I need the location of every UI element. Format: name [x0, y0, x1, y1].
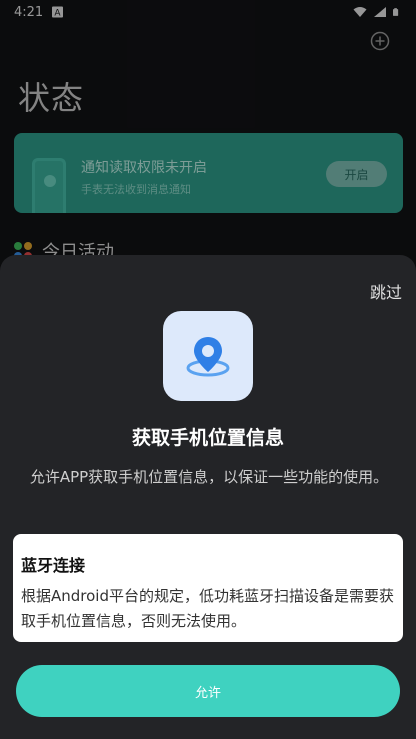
info-body: 根据Android平台的规定，低功耗蓝牙扫描设备是需要获取手机位置信息，否则无法…	[21, 587, 394, 630]
location-pin-icon	[186, 337, 230, 377]
location-icon-tile	[163, 311, 253, 401]
bluetooth-info-card: 蓝牙连接 根据Android平台的规定，低功耗蓝牙扫描设备是需要获取手机位置信息…	[13, 534, 403, 642]
sheet-title: 获取手机位置信息	[131, 427, 284, 449]
skip-button[interactable]: 跳过	[370, 279, 402, 303]
allow-button[interactable]: 允许	[16, 665, 400, 717]
location-permission-sheet: 跳过 获取手机位置信息 允许APP获取手机位置信息，以保证一些功能的使用。 蓝牙…	[0, 255, 416, 739]
info-title: 蓝牙连接	[21, 556, 86, 575]
sheet-description: 允许APP获取手机位置信息，以保证一些功能的使用。	[29, 468, 389, 486]
